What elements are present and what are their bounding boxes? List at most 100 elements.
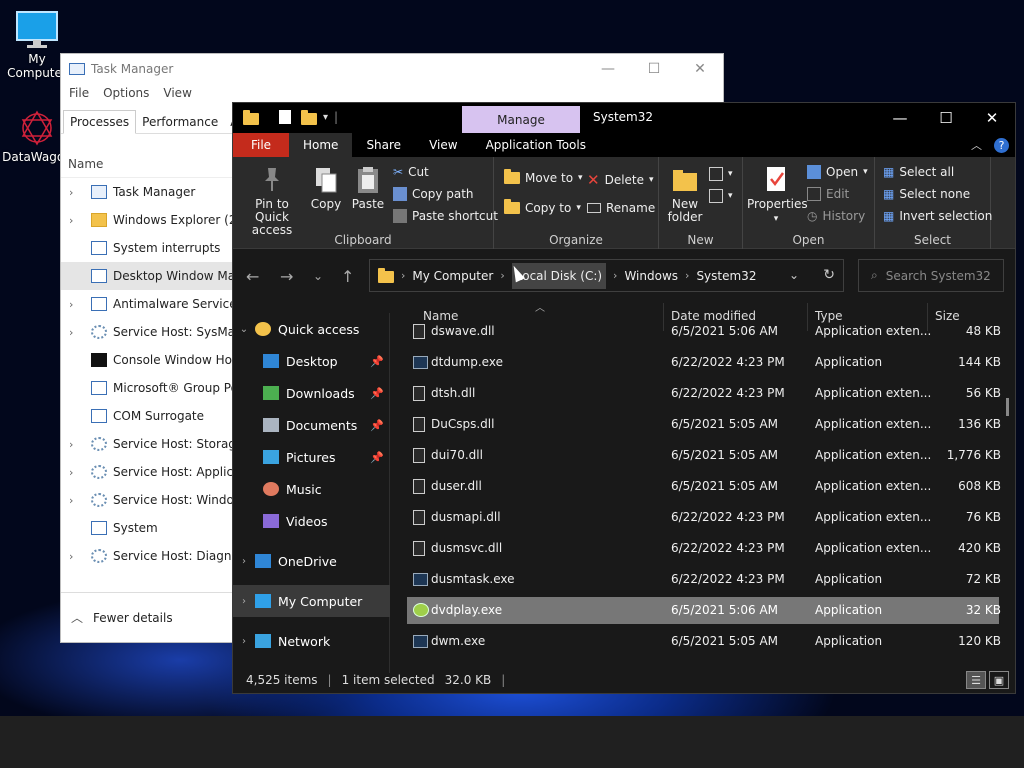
invert-selection-button[interactable]: ▦ Invert selection xyxy=(883,209,992,223)
file-row[interactable]: dtdump.exe 6/22/2022 4:23 PM Application 14… xyxy=(407,349,1001,376)
copy-to-button[interactable]: Copy to ▾ xyxy=(504,199,581,215)
nav-label: Quick access xyxy=(278,321,360,337)
maximize-button[interactable]: ☐ xyxy=(631,54,677,84)
minimize-button[interactable]: — xyxy=(585,54,631,84)
tab-share[interactable]: Share xyxy=(352,133,415,157)
tab-file[interactable]: File xyxy=(233,133,289,157)
rename-button[interactable]: Rename xyxy=(587,201,655,215)
file-row[interactable]: dusmapi.dll 6/22/2022 4:23 PM Application … xyxy=(407,504,1001,531)
address-bar[interactable]: › My Computer › Local Disk (C:) › Window… xyxy=(369,259,844,292)
nav-item-network[interactable]: › Network xyxy=(233,625,390,657)
menu-options[interactable]: Options xyxy=(103,86,149,104)
pin-icon[interactable]: 📌 xyxy=(370,387,384,400)
address-dropdown-icon[interactable]: ⌄ xyxy=(789,268,799,282)
tab-processes[interactable]: Processes xyxy=(63,110,137,134)
help-icon[interactable]: ? xyxy=(994,137,1009,153)
nav-label: Documents xyxy=(286,417,358,433)
file-row[interactable]: dusmtask.exe 6/22/2022 4:23 PM Application… xyxy=(407,566,1001,593)
manage-contextual-tab[interactable]: Manage xyxy=(462,106,580,133)
file-row[interactable]: dui70.dll 6/5/2021 5:05 AM Application ext… xyxy=(407,442,1001,469)
nav-item-desktop[interactable]: Desktop 📌 xyxy=(233,345,390,377)
file-row[interactable]: duser.dll 6/5/2021 5:05 AM Application ext… xyxy=(407,473,1001,500)
expand-right-icon[interactable]: › xyxy=(233,596,255,607)
expand-down-icon[interactable]: ⌄ xyxy=(233,324,255,335)
chevron-right-icon[interactable]: › xyxy=(69,466,91,479)
chevron-right-icon[interactable]: › xyxy=(69,186,91,199)
tab-performance[interactable]: Performance xyxy=(136,111,224,133)
address-area: ← → ⌄ ↑ › My Computer › Local Disk (C:) … xyxy=(233,250,1015,300)
chevron-right-icon[interactable]: › xyxy=(69,550,91,563)
file-row[interactable]: dswave.dll 6/5/2021 5:06 AM Application ex… xyxy=(407,318,1001,345)
chevron-right-icon[interactable]: › xyxy=(69,494,91,507)
expand-right-icon[interactable]: › xyxy=(233,556,255,567)
file-row[interactable]: dvdplay.exe 6/5/2021 5:06 AM Application 32… xyxy=(407,597,1001,624)
breadcrumb-windows[interactable]: Windows xyxy=(624,269,678,283)
delete-button[interactable]: ✕ Delete ▾ xyxy=(587,171,654,189)
collapse-ribbon-icon[interactable]: ︿ xyxy=(971,137,982,153)
nav-item-downloads[interactable]: Downloads 📌 xyxy=(233,377,390,409)
nav-item-videos[interactable]: Videos xyxy=(233,505,390,537)
tab-home[interactable]: Home xyxy=(289,133,353,157)
copy-path-button[interactable]: Copy path xyxy=(393,187,474,201)
maximize-button[interactable]: ☐ xyxy=(923,103,969,133)
details-view-icon[interactable]: ☰ xyxy=(966,671,986,689)
pin-icon[interactable]: 📌 xyxy=(370,451,384,464)
properties-button[interactable]: Properties ▾ xyxy=(747,165,808,226)
nav-item-pictures[interactable]: Pictures 📌 xyxy=(233,441,390,473)
back-arrow-icon[interactable]: ← xyxy=(246,267,259,286)
file-row[interactable]: dusmsvc.dll 6/22/2022 4:23 PM Application … xyxy=(407,535,1001,562)
file-date: 6/5/2021 5:05 AM xyxy=(671,634,779,648)
new-folder-button[interactable]: New folder xyxy=(665,165,705,224)
tab-application-tools[interactable]: Application Tools xyxy=(472,133,600,157)
pin-icon[interactable]: 📌 xyxy=(370,355,384,368)
properties-check-icon[interactable] xyxy=(279,110,291,124)
minimize-button[interactable]: — xyxy=(877,103,923,133)
close-button[interactable]: ✕ xyxy=(969,103,1015,133)
up-arrow-icon[interactable]: ↑ xyxy=(341,267,354,286)
easy-access-button[interactable]: ▾ xyxy=(709,189,733,203)
file-row[interactable]: DuCsps.dll 6/5/2021 5:05 AM Application ex… xyxy=(407,411,1001,438)
new-item-button[interactable]: ▾ xyxy=(709,167,733,181)
nav-item-onedrive[interactable]: › OneDrive xyxy=(233,545,390,577)
chevron-right-icon[interactable]: › xyxy=(69,298,91,311)
chevron-right-icon[interactable]: › xyxy=(69,438,91,451)
large-icons-view-icon[interactable]: ▣ xyxy=(989,671,1009,689)
copy-button[interactable]: Copy xyxy=(309,165,343,211)
expand-right-icon[interactable]: › xyxy=(233,636,255,647)
history-button[interactable]: ◷ History xyxy=(807,209,865,223)
pin-quick-access-button[interactable]: Pin to Quick access xyxy=(237,165,307,237)
nav-item-quick-access[interactable]: ⌄ Quick access xyxy=(233,313,390,345)
select-none-button[interactable]: ▦ Select none xyxy=(883,187,970,201)
paste-shortcut-button[interactable]: Paste shortcut xyxy=(393,209,498,223)
recent-chevron-icon[interactable]: ⌄ xyxy=(313,269,323,283)
refresh-icon[interactable]: ↻ xyxy=(823,267,835,283)
nav-item-documents[interactable]: Documents 📌 xyxy=(233,409,390,441)
explorer-titlebar[interactable]: ▾ | Manage System32 — ☐ ✕ xyxy=(233,103,1015,133)
file-row[interactable]: dwm.exe 6/5/2021 5:05 AM Application 120 KB xyxy=(407,628,1001,655)
scrollbar-thumb[interactable] xyxy=(1006,398,1009,416)
chevron-right-icon[interactable]: › xyxy=(69,326,91,339)
cut-button[interactable]: ✂ Cut xyxy=(393,165,429,179)
forward-arrow-icon[interactable]: → xyxy=(280,267,293,286)
move-to-button[interactable]: Move to ▾ xyxy=(504,169,583,185)
open-button[interactable]: Open ▾ xyxy=(807,165,868,179)
menu-view[interactable]: View xyxy=(163,86,191,104)
edit-button[interactable]: Edit xyxy=(807,187,849,201)
nav-item-music[interactable]: Music xyxy=(233,473,390,505)
file-row[interactable]: dtsh.dll 6/22/2022 4:23 PM Application ext… xyxy=(407,380,1001,407)
nav-item-my-computer[interactable]: › My Computer xyxy=(233,585,390,617)
menu-file[interactable]: File xyxy=(69,86,89,104)
close-button[interactable]: ✕ xyxy=(677,54,723,84)
new-folder-icon[interactable] xyxy=(301,110,317,125)
chevron-right-icon[interactable]: › xyxy=(69,214,91,227)
select-all-button[interactable]: ▦ Select all xyxy=(883,165,954,179)
tab-view[interactable]: View xyxy=(415,133,471,157)
breadcrumb-my-computer[interactable]: My Computer xyxy=(412,269,493,283)
chevron-down-icon[interactable]: ▾ xyxy=(323,112,328,123)
breadcrumb-system32[interactable]: System32 xyxy=(696,269,756,283)
pin-icon[interactable]: 📌 xyxy=(370,419,384,432)
breadcrumb-local-disk[interactable]: Local Disk (C:) xyxy=(511,262,607,289)
search-input[interactable]: ⌕ Search System32 xyxy=(858,259,1004,292)
task-manager-titlebar[interactable]: Task Manager — ☐ ✕ xyxy=(61,54,723,84)
paste-button[interactable]: Paste xyxy=(349,165,387,211)
